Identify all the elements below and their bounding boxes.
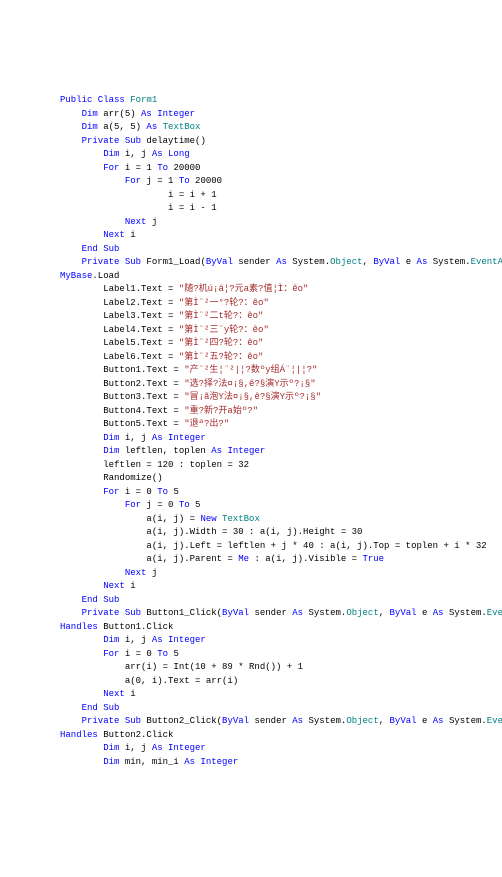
code-line: Next j <box>60 216 442 230</box>
code-line: Dim i, j As Long <box>60 148 442 162</box>
code-line: End Sub <box>60 702 442 716</box>
code-line: For i = 0 To 5 <box>60 648 442 662</box>
code-line: MyBase.Load <box>60 270 442 284</box>
code-line: Handles Button2.Click <box>60 729 442 743</box>
code-line: Button2.Text = "选?择?法¤¡§,ê?§演Y示º?¡§" <box>60 378 442 392</box>
code-line: For i = 0 To 5 <box>60 486 442 500</box>
code-line: i = i - 1 <box>60 202 442 216</box>
code-line: Label4.Text = "第Ì¨²三¨y轮?：êo" <box>60 324 442 338</box>
code-line: Next i <box>60 688 442 702</box>
code-line: Randomize() <box>60 472 442 486</box>
code-line: Button4.Text = "重?新?开a始º?" <box>60 405 442 419</box>
code-line: Button5.Text = "退ª?出?" <box>60 418 442 432</box>
code-line: Private Sub Button2_Click(ByVal sender A… <box>60 715 442 729</box>
code-line: a(i, j).Width = 30 : a(i, j).Height = 30 <box>60 526 442 540</box>
code-line: For j = 1 To 20000 <box>60 175 442 189</box>
code-line: Next j <box>60 567 442 581</box>
code-line: a(i, j) = New TextBox <box>60 513 442 527</box>
code-line: End Sub <box>60 594 442 608</box>
code-line: Private Sub Form1_Load(ByVal sender As S… <box>60 256 442 270</box>
code-line: Label1.Text = "随?机ú¡ä¦?元a素?值¦Ì：êo" <box>60 283 442 297</box>
code-line: Dim i, j As Integer <box>60 432 442 446</box>
code-line: End Sub <box>60 243 442 257</box>
code-line: Dim i, j As Integer <box>60 742 442 756</box>
code-line: Public Class Form1 <box>60 94 442 108</box>
code-line: Dim leftlen, toplen As Integer <box>60 445 442 459</box>
code-line: Button1.Text = "产¨²生¦¨²|¦?数ºy组Á¨¦|¦?" <box>60 364 442 378</box>
code-line: arr(i) = Int(10 + 89 * Rnd()) + 1 <box>60 661 442 675</box>
code-line: Dim arr(5) As Integer <box>60 108 442 122</box>
code-line: Private Sub Button1_Click(ByVal sender A… <box>60 607 442 621</box>
code-line: Next i <box>60 229 442 243</box>
code-line: Label3.Text = "第Ì¨²二t轮?：êo" <box>60 310 442 324</box>
code-line: Dim i, j As Integer <box>60 634 442 648</box>
code-line: a(i, j).Parent = Me : a(i, j).Visible = … <box>60 553 442 567</box>
code-line: i = i + 1 <box>60 189 442 203</box>
code-line: a(i, j).Left = leftlen + j * 40 : a(i, j… <box>60 540 442 554</box>
code-line: For j = 0 To 5 <box>60 499 442 513</box>
code-line: Next i <box>60 580 442 594</box>
code-line: Dim min, min_i As Integer <box>60 756 442 770</box>
code-line: For i = 1 To 20000 <box>60 162 442 176</box>
code-listing: Public Class Form1 Dim arr(5) As Integer… <box>60 94 442 769</box>
code-line: Dim a(5, 5) As TextBox <box>60 121 442 135</box>
code-line: Private Sub delaytime() <box>60 135 442 149</box>
code-line: Label2.Text = "第Ì¨²一°?轮?：êo" <box>60 297 442 311</box>
code-line: a(0, i).Text = arr(i) <box>60 675 442 689</box>
code-line: Label6.Text = "第Ì¨²五?轮?：êo" <box>60 351 442 365</box>
code-line: Handles Button1.Click <box>60 621 442 635</box>
code-line: Label5.Text = "第Ì¨²四?轮?：êo" <box>60 337 442 351</box>
code-line: Button3.Text = "冒¡ã泡Y法¤¡§,ê?§演Y示º?¡§" <box>60 391 442 405</box>
code-line: leftlen = 120 : toplen = 32 <box>60 459 442 473</box>
